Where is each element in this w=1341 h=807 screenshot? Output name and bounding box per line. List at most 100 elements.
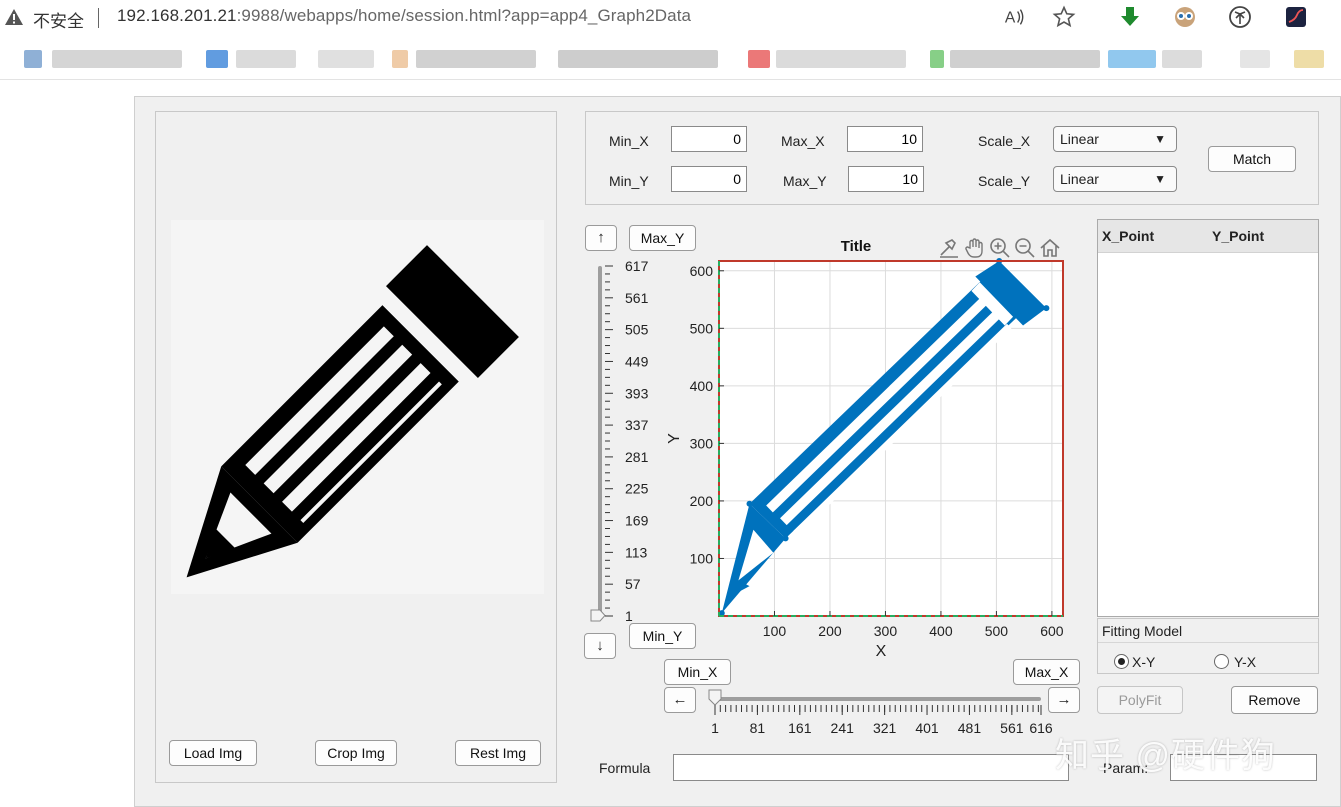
home-icon[interactable] (1038, 236, 1062, 260)
bookmark-favicon[interactable] (930, 50, 944, 68)
x-tick-label: 200 (818, 623, 842, 639)
polyfit-button[interactable]: PolyFit (1097, 686, 1183, 714)
crop-image-button[interactable]: Crop Img (315, 740, 397, 766)
y-slider-thumb[interactable] (590, 609, 606, 622)
digitized-plot[interactable]: 100 200 300 400 500 600 100 200 300 400 500 600 Titl… (655, 233, 1075, 663)
scale-y-label: Scale_Y (978, 173, 1031, 189)
max-x-slider-button[interactable]: Max_X (1013, 659, 1080, 685)
x-right-button[interactable]: → (1048, 687, 1080, 713)
y-slider-track[interactable] (598, 266, 602, 616)
min-x-slider-button[interactable]: Min_X (664, 659, 731, 685)
x-point-column-header[interactable]: X_Point (1102, 228, 1154, 244)
formula-label: Formula (599, 760, 651, 776)
max-x-input[interactable] (847, 126, 923, 152)
bookmark-item[interactable] (1162, 50, 1202, 68)
scale-x-label: Scale_X (978, 133, 1031, 149)
y-slider-tick-label: 113 (625, 544, 648, 560)
x-slider-track[interactable] (713, 697, 1041, 701)
min-x-input[interactable] (671, 126, 747, 152)
bookmark-item[interactable] (1240, 50, 1270, 68)
insecure-label[interactable]: 不安全 (33, 7, 84, 32)
bookmark-item[interactable] (416, 50, 536, 68)
scatter-point (782, 535, 789, 542)
favorite-star-icon[interactable] (1052, 5, 1076, 29)
y-down-button[interactable]: ↓ (584, 633, 616, 659)
y-slider-tick-label: 281 (625, 449, 649, 465)
bookmark-item[interactable] (558, 50, 718, 68)
radio-y-x-label[interactable]: Y-X (1234, 654, 1256, 670)
remove-button[interactable]: Remove (1231, 686, 1318, 714)
y-slider-tick-label: 1 (625, 608, 633, 624)
url-host: 192.168.201.21 (117, 6, 237, 25)
warning-icon[interactable] (4, 8, 24, 26)
x-tick-label: 600 (1040, 623, 1064, 639)
x-tick-label: 300 (874, 623, 898, 639)
bookmark-favicon[interactable] (1294, 50, 1324, 68)
formula-output-field[interactable] (673, 754, 1069, 781)
y-slider-ticks: 617 561 505 449 393 337 281 225 169 113 57 1 (605, 258, 649, 624)
radio-y-x[interactable] (1214, 654, 1229, 669)
load-image-button[interactable]: Load Img (169, 740, 257, 766)
y-up-button[interactable]: ↑ (585, 225, 617, 251)
bookmark-favicon[interactable] (206, 50, 228, 68)
radio-x-y-label[interactable]: X-Y (1132, 654, 1155, 670)
fitting-model-group: Fitting Model X-Y Y-X (1097, 618, 1319, 674)
x-slider-tick-label: 616 (1029, 720, 1053, 736)
graph2data-app: Load Img Crop Img Rest Img Min_X Max_X S… (134, 96, 1341, 807)
caret-down-icon: ▼ (1154, 172, 1166, 186)
fitting-model-title: Fitting Model (1102, 623, 1183, 639)
y-tick-label: 400 (690, 378, 714, 394)
bookmark-favicon[interactable] (24, 50, 42, 68)
pencil-image (186, 245, 519, 578)
match-button[interactable]: Match (1208, 146, 1296, 172)
chart-extension-icon[interactable] (1283, 4, 1309, 30)
download-arrow-icon[interactable] (1117, 4, 1143, 30)
owl-extension-icon[interactable] (1172, 4, 1198, 30)
watermark-text: 知乎 @硬件狗 (1055, 737, 1276, 775)
bookmark-item[interactable] (950, 50, 1100, 68)
source-image[interactable] (171, 220, 544, 594)
scale-x-dropdown[interactable]: Linear ▼ (1053, 126, 1177, 152)
bookmark-item[interactable] (52, 50, 182, 68)
max-x-label: Max_X (781, 133, 825, 149)
bookmark-item[interactable] (776, 50, 906, 68)
x-slider-thumb[interactable] (708, 689, 722, 706)
bookmark-item[interactable] (318, 50, 374, 68)
min-y-label: Min_Y (609, 173, 649, 189)
reset-image-button[interactable]: Rest Img (455, 740, 541, 766)
max-y-input[interactable] (848, 166, 924, 192)
scale-y-dropdown[interactable]: Linear ▼ (1053, 166, 1177, 192)
y-point-column-header[interactable]: Y_Point (1212, 228, 1264, 244)
y-axis-label: Y (666, 433, 683, 444)
y-slider-tick-label: 505 (625, 322, 649, 338)
x-slider-tick-label: 481 (958, 720, 982, 736)
min-x-label: Min_X (609, 133, 649, 149)
y-slider-tick-label: 337 (625, 417, 649, 433)
palm-extension-icon[interactable] (1227, 4, 1253, 30)
read-aloud-icon[interactable]: A (1003, 6, 1025, 28)
url-text[interactable]: 192.168.201.21:9988/webapps/home/session… (117, 6, 691, 26)
scatter-point (1043, 305, 1050, 312)
x-tick-label: 500 (985, 623, 1009, 639)
data-cursor-icon[interactable] (937, 237, 961, 259)
zoom-in-icon[interactable] (988, 236, 1012, 260)
x-slider-tick-label: 161 (788, 720, 812, 736)
x-axis-label: X (876, 643, 887, 660)
scatter-point (979, 276, 986, 283)
address-separator (98, 8, 99, 28)
zoom-out-icon[interactable] (1013, 236, 1037, 260)
x-left-button[interactable]: ← (664, 687, 696, 713)
x-slider-ticks: 1 81 161 241 321 401 481 561 616 (711, 705, 1053, 736)
points-table[interactable]: X_Point Y_Point (1097, 219, 1319, 617)
pan-hand-icon[interactable] (963, 236, 987, 260)
bookmark-favicon[interactable] (1108, 50, 1156, 68)
bookmark-favicon[interactable] (392, 50, 408, 68)
bookmark-item[interactable] (236, 50, 296, 68)
bookmark-favicon[interactable] (748, 50, 770, 68)
y-slider-tick-label: 225 (625, 481, 649, 497)
x-slider-tick-label: 401 (915, 720, 939, 736)
radio-x-y[interactable] (1114, 654, 1129, 669)
y-slider-tick-label: 393 (625, 385, 649, 401)
x-slider-tick-label: 1 (711, 720, 719, 736)
min-y-input[interactable] (671, 166, 747, 192)
